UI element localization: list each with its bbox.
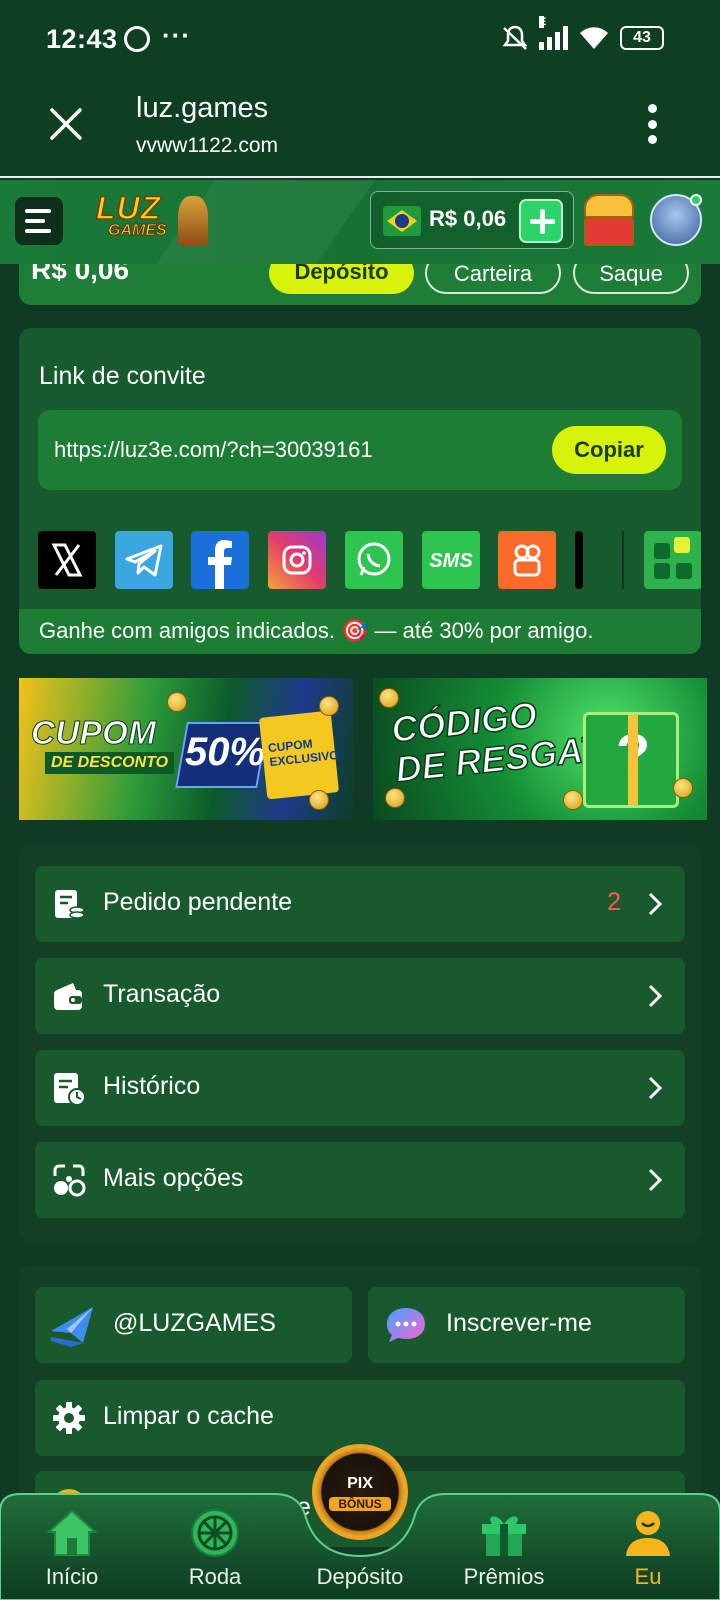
menu-item-history[interactable]: Histórico [35,1050,685,1126]
cupom-subtitle: DE DESCONTO [45,752,175,774]
wallet-icon [54,983,82,1010]
nav-label: Início [45,1564,99,1589]
invite-link-box: https://luz3e.com/?ch=30039161 Copiar [38,410,682,490]
status-time: 12:43 [46,24,118,54]
menu-label: Histórico [103,1072,201,1100]
menu-label: Mais opções [103,1164,244,1192]
browser-title: luz.games [136,92,269,124]
user-icon [626,1511,670,1556]
nav-label: Eu [634,1564,662,1589]
add-funds-button[interactable] [519,199,563,243]
pending-count-badge: 2 [607,888,621,916]
kwai-share-icon[interactable] [498,531,556,589]
app-header: LUZ GAMES R$ 0,06 [0,180,720,264]
menu-label: Transação [103,980,221,1008]
menu-item-more-options[interactable]: Mais opções [35,1142,685,1218]
redeem-code-banner[interactable]: CÓDIGO DE RESGATE [373,678,707,820]
telegram-share-icon[interactable] [115,531,173,589]
telegram-label: @LUZGAMES [113,1309,276,1337]
nav-home[interactable]: Início [12,1492,132,1600]
battery-icon: 43 [620,26,664,50]
nav-label: Depósito [316,1564,404,1589]
share-divider [622,531,624,589]
browser-bar: luz.games vvww1122.com [0,78,720,178]
nav-me[interactable]: Eu [588,1492,708,1600]
share-overflow-edge [575,531,583,589]
cupom-title: CUPOM [30,714,157,752]
subscribe-button[interactable]: Inscrever-me [368,1287,685,1363]
facebook-share-icon[interactable] [191,531,249,589]
silent-bell-icon [502,25,528,50]
wifi-icon [580,27,608,49]
nav-wheel[interactable]: Roda [155,1492,275,1600]
nav-label: Prêmios [463,1564,545,1589]
instagram-share-icon[interactable] [268,531,326,589]
gift-icon [482,1516,526,1556]
share-row: SMS [38,531,701,589]
telegram-channel-button[interactable]: @LUZGAMES [35,1287,352,1363]
home-icon [46,1509,98,1556]
menu-item-pending-order[interactable]: Pedido pendente 2 [35,866,685,942]
online-dot [690,194,702,206]
invite-link: https://luz3e.com/?ch=30039161 [54,437,373,462]
subscribe-label: Inscrever-me [446,1309,592,1337]
status-bar: 12:43 ··· E 43 [0,0,720,78]
signal-icon: E [539,16,568,50]
whatsapp-notification-icon [124,26,150,52]
chat-bubble-icon [387,1308,425,1342]
bottom-nav: Início Roda Depósito PIX BÔNUS Prêmios E… [0,1444,720,1600]
gear-icon [53,1402,85,1434]
copy-button[interactable]: Copiar [552,426,666,474]
pix-bonus-button[interactable]: PIX BÔNUS [312,1444,408,1540]
discount-coupon-banner[interactable]: CUPOM DE DESCONTO 50% CUPOM EXCLUSIVO [19,678,353,820]
close-icon[interactable] [46,104,86,144]
history-icon [54,1073,86,1106]
browser-menu-icon[interactable] [648,104,658,144]
treasure-chest-icon[interactable] [582,190,638,250]
nav-label: Roda [188,1564,242,1589]
chevron-right-icon [648,984,663,1008]
sms-share-icon[interactable]: SMS [422,531,480,589]
invite-footer-text: Ganhe com amigos indicados. 🎯 — até 30% … [39,618,594,643]
brazil-flag-icon [383,206,421,236]
invite-title: Link de convite [39,362,206,390]
header-balance-value: R$ 0,06 [429,206,507,231]
menu-card: Pedido pendente 2 Transação Histórico Ma… [19,844,701,1242]
chevron-right-icon [648,1076,663,1100]
svg-text:SMS: SMS [429,550,473,572]
more-share-icon[interactable] [644,531,701,589]
chevron-right-icon [648,892,663,916]
gift-box-icon [583,712,679,808]
bonus-label: BÔNUS [329,1497,391,1511]
clear-cache-label: Limpar o cache [103,1402,274,1430]
invite-footer: Ganhe com amigos indicados. 🎯 — até 30% … [19,609,701,654]
pix-label: PIX [347,1475,373,1492]
nav-prizes[interactable]: Prêmios [444,1492,564,1600]
chevron-right-icon [648,1168,663,1192]
menu-label: Pedido pendente [103,888,293,916]
header-balance[interactable]: R$ 0,06 [370,191,574,249]
menu-item-transaction[interactable]: Transação [35,958,685,1034]
wheel-icon [191,1509,239,1557]
more-notifications-icon: ··· [162,20,191,50]
hamburger-menu-icon[interactable] [15,197,63,245]
cupom-percent: 50% [185,730,266,774]
whatsapp-share-icon[interactable] [345,531,403,589]
pending-order-icon [55,890,85,919]
luz-games-logo[interactable]: LUZ GAMES [94,189,208,252]
invite-card: Link de convite https://luz3e.com/?ch=30… [19,328,701,654]
cupom-ticket: CUPOM EXCLUSIVO [258,710,339,800]
avatar[interactable] [650,194,702,246]
browser-url: vvww1122.com [136,134,278,157]
x-share-icon[interactable] [38,531,96,589]
more-options-icon [53,1164,86,1197]
telegram-3d-icon [51,1307,93,1347]
